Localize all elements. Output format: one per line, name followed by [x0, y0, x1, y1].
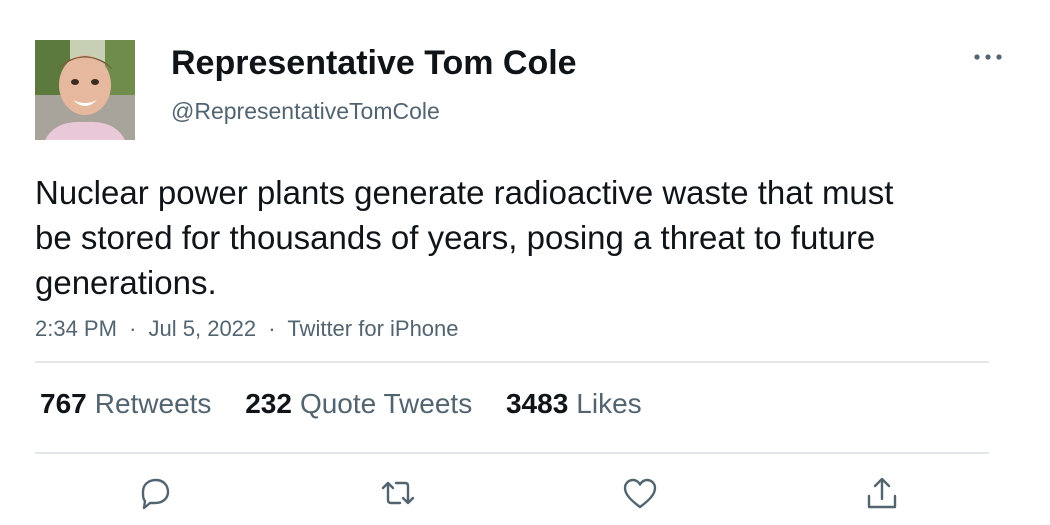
display-name[interactable]: Representative Tom Cole — [171, 42, 577, 84]
retweets-stat[interactable]: 767 Retweets — [40, 386, 211, 422]
tweet-date[interactable]: Jul 5, 2022 — [149, 316, 257, 341]
more-icon — [974, 54, 1002, 60]
share-button[interactable] — [862, 474, 902, 514]
retweets-count: 767 — [40, 388, 87, 419]
like-button[interactable] — [620, 474, 660, 514]
tweet: Representative Tom Cole @RepresentativeT… — [0, 0, 1050, 525]
engagement-stats: 767 Retweets 232 Quote Tweets 3483 Likes — [40, 386, 668, 422]
meta-separator: · — [268, 316, 276, 341]
retweet-button[interactable] — [378, 474, 418, 514]
avatar[interactable] — [35, 40, 135, 140]
tweet-time[interactable]: 2:34 PM — [35, 316, 117, 341]
likes-stat[interactable]: 3483 Likes — [506, 386, 642, 422]
share-icon — [867, 477, 897, 509]
likes-label: Likes — [576, 388, 642, 419]
reply-button[interactable] — [135, 474, 175, 514]
meta-separator: · — [129, 316, 137, 341]
retweet-icon — [381, 481, 415, 505]
tweet-text: Nuclear power plants generate radioactiv… — [35, 174, 894, 301]
divider — [35, 452, 989, 454]
user-handle[interactable]: @RepresentativeTomCole — [171, 96, 440, 126]
more-options-button[interactable] — [970, 44, 1006, 70]
avatar-photo-icon — [35, 40, 135, 140]
quote-tweets-stat[interactable]: 232 Quote Tweets — [245, 386, 472, 422]
likes-count: 3483 — [505, 388, 569, 419]
like-icon — [623, 478, 657, 509]
reply-icon — [141, 478, 170, 510]
quote-tweets-label: Quote Tweets — [299, 388, 473, 419]
quote-tweets-count: 232 — [245, 388, 292, 419]
tweet-meta: 2:34 PM · Jul 5, 2022 · Twitter for iPho… — [35, 314, 459, 344]
retweets-label: Retweets — [94, 388, 212, 419]
divider — [35, 361, 989, 363]
tweet-source[interactable]: Twitter for iPhone — [287, 316, 458, 341]
